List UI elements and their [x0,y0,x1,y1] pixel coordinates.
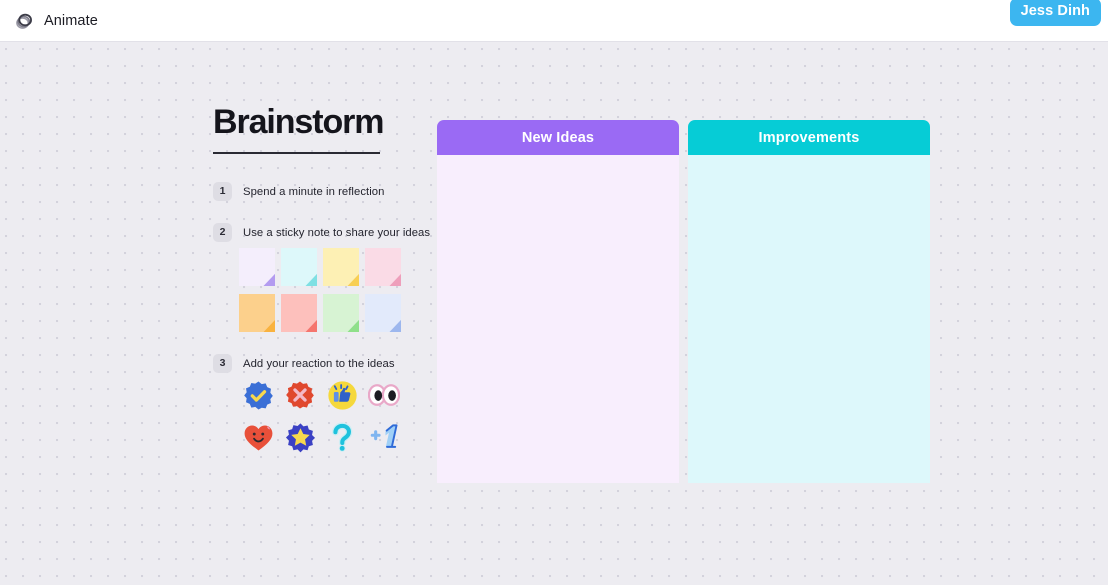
board-column-new-ideas[interactable]: New Ideas [437,120,679,483]
user-name-badge[interactable]: Jess Dinh [1009,0,1101,26]
step-number-badge: 2 [213,223,232,242]
star-badge-reaction[interactable] [279,416,321,458]
sticky-note-lavender[interactable] [236,247,278,289]
sticky-note-blue[interactable] [362,293,404,335]
check-badge-reaction[interactable] [237,374,279,416]
sticky-note-pink[interactable] [362,247,404,289]
brand-home-button[interactable]: Animate [8,0,104,42]
sticky-note-salmon[interactable] [278,293,320,335]
question-mark-reaction[interactable] [321,416,363,458]
board-title: Brainstorm [213,103,384,141]
stacked-rings-logo-icon [16,13,32,29]
x-badge-reaction[interactable] [279,374,321,416]
instruction-step-3: 3 Add your reaction to the ideas [213,354,395,373]
instructions-panel: Brainstorm 1 Spend a minute in reflectio… [213,103,430,452]
sticky-note-cyan[interactable] [278,247,320,289]
column-header[interactable]: New Ideas [437,120,679,155]
sticky-note-yellow[interactable] [320,247,362,289]
step-label: Spend a minute in reflection [243,185,385,198]
sticky-note-palette[interactable] [236,247,404,335]
thumbs-up-reaction[interactable] [321,374,363,416]
step-label: Add your reaction to the ideas [243,357,395,370]
brand-name-label: Animate [44,13,98,29]
reaction-palette[interactable] [237,374,405,458]
heart-smile-reaction[interactable] [237,416,279,458]
instruction-step-1: 1 Spend a minute in reflection [213,182,384,201]
column-drop-area[interactable] [688,155,930,483]
column-drop-area[interactable] [437,155,679,483]
step-number-badge: 1 [213,182,232,201]
column-header[interactable]: Improvements [688,120,930,155]
sticky-note-orange[interactable] [236,293,278,335]
eyes-reaction[interactable] [363,374,405,416]
step-label: Use a sticky note to share your ideas [243,226,431,239]
plus-one-reaction[interactable] [363,416,405,458]
sticky-note-green[interactable] [320,293,362,335]
step-number-badge: 3 [213,354,232,373]
top-toolbar: Animate Jess Dinh [0,0,1108,42]
instruction-step-2: 2 Use a sticky note to share your ideas [213,223,430,242]
board-column-improvements[interactable]: Improvements [688,120,930,483]
whiteboard-canvas[interactable]: Animate Jess Dinh Brainstorm 1 Spend a m… [0,0,1108,585]
title-underline [213,151,380,154]
